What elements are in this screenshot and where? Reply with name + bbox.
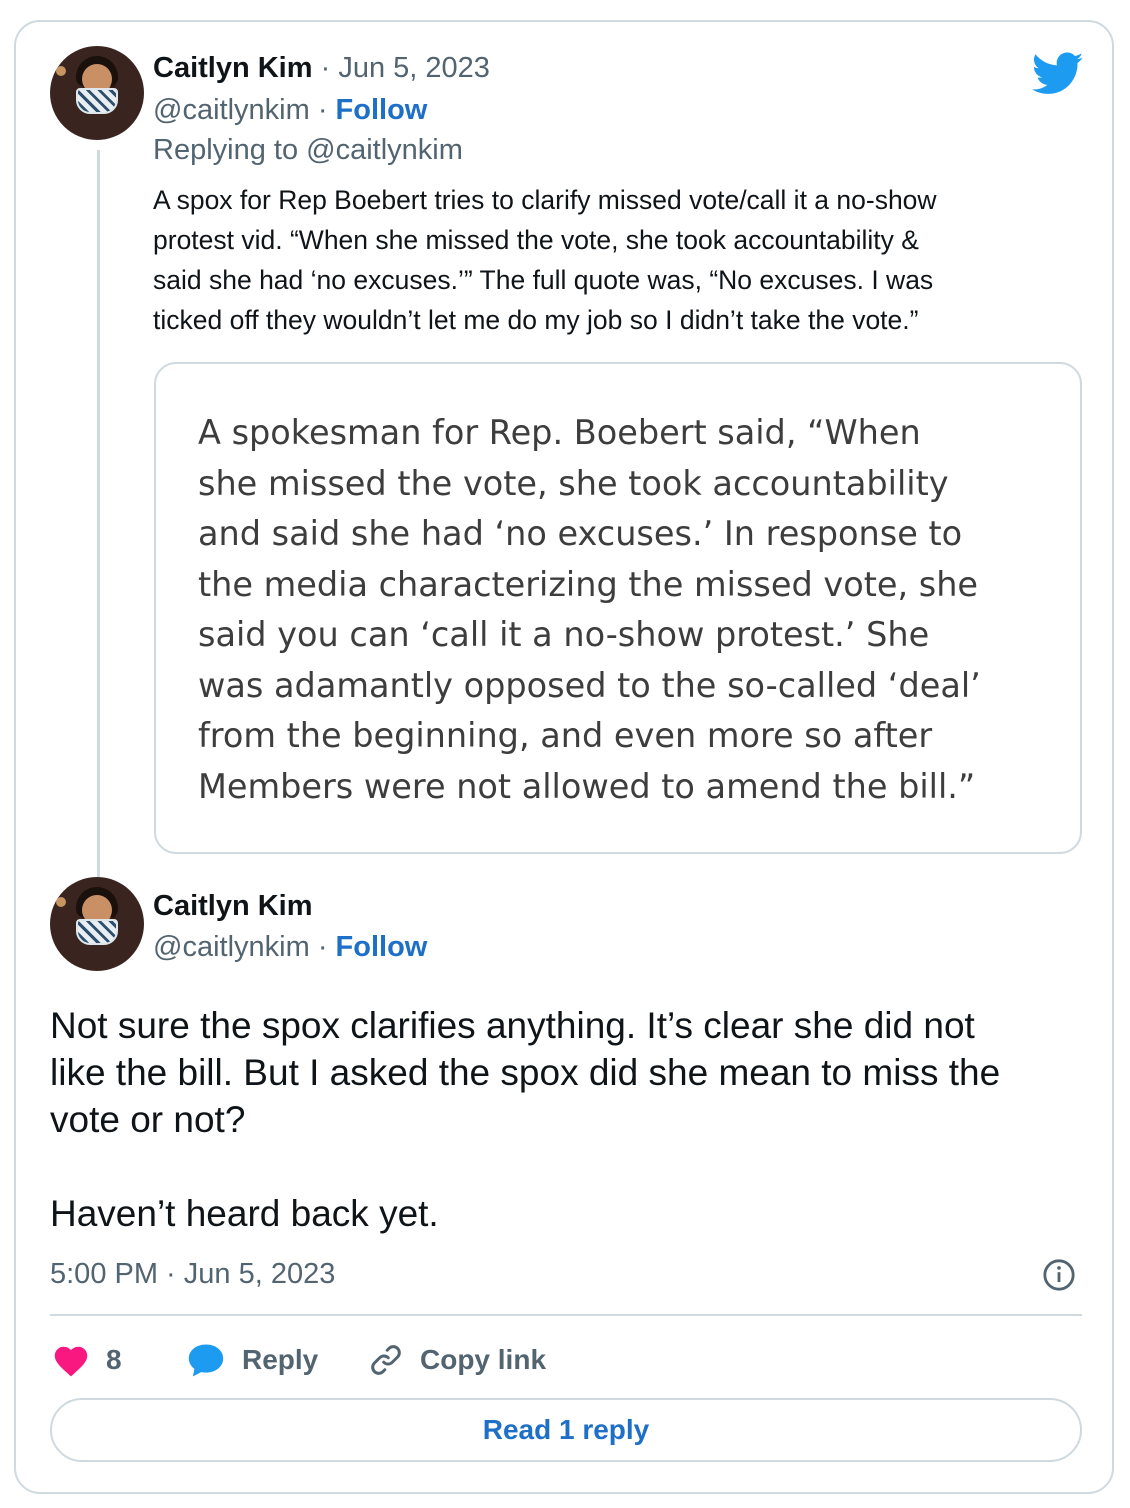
copy-link-label: Copy link <box>420 1344 547 1375</box>
avatar[interactable] <box>50 877 144 971</box>
divider <box>50 1314 1082 1316</box>
author-handle[interactable]: @caitlynkim <box>153 94 310 126</box>
like-count: 8 <box>106 1344 122 1375</box>
replying-to[interactable]: Replying to @caitlynkim <box>153 134 463 167</box>
tweet1-handle-line: @caitlynkim · Follow <box>153 94 427 127</box>
separator: · <box>320 52 331 84</box>
separator: · <box>317 94 328 126</box>
tweet2-text: Not sure the spox clarifies anything. It… <box>50 1005 1001 1234</box>
heart-icon <box>54 1346 88 1377</box>
follow-button[interactable]: Follow <box>336 931 428 963</box>
follow-button[interactable]: Follow <box>336 94 428 126</box>
read-replies-button[interactable]: Read 1 reply <box>50 1398 1082 1462</box>
reply-button[interactable]: Reply <box>186 1340 318 1380</box>
attached-image[interactable]: A spokesman for Rep. Boebert said, “When… <box>154 362 1082 854</box>
like-button[interactable]: 8 <box>52 1340 122 1380</box>
speech-bubble-icon <box>188 1344 224 1377</box>
tweet-date[interactable]: Jun 5, 2023 <box>338 52 490 84</box>
tweet-embed-card: Caitlyn Kim · Jun 5, 2023 @caitlynkim · … <box>14 20 1114 1494</box>
copy-link-button[interactable]: Copy link <box>368 1340 546 1380</box>
author-handle[interactable]: @caitlynkim <box>153 931 310 963</box>
info-icon[interactable] <box>1042 1258 1076 1292</box>
tweet1-author-line: Caitlyn Kim · Jun 5, 2023 <box>153 52 490 85</box>
link-icon <box>371 1345 401 1375</box>
tweet2-handle-line: @caitlynkim · Follow <box>153 931 427 964</box>
tweet1-text: A spox for Rep Boebert tries to clarify … <box>153 185 937 335</box>
tweet2-author-name[interactable]: Caitlyn Kim <box>153 890 313 923</box>
image-quote-text: A spokesman for Rep. Boebert said, “When… <box>198 413 981 806</box>
author-name[interactable]: Caitlyn Kim <box>153 52 313 84</box>
read-replies-label: Read 1 reply <box>482 1414 650 1445</box>
separator: · <box>317 931 328 963</box>
reply-label: Reply <box>242 1344 319 1375</box>
thread-connector <box>97 150 100 888</box>
tweet-timestamp[interactable]: 5:00 PM · Jun 5, 2023 <box>50 1258 335 1291</box>
avatar[interactable] <box>50 46 144 140</box>
twitter-bird-icon[interactable] <box>1032 52 1084 96</box>
